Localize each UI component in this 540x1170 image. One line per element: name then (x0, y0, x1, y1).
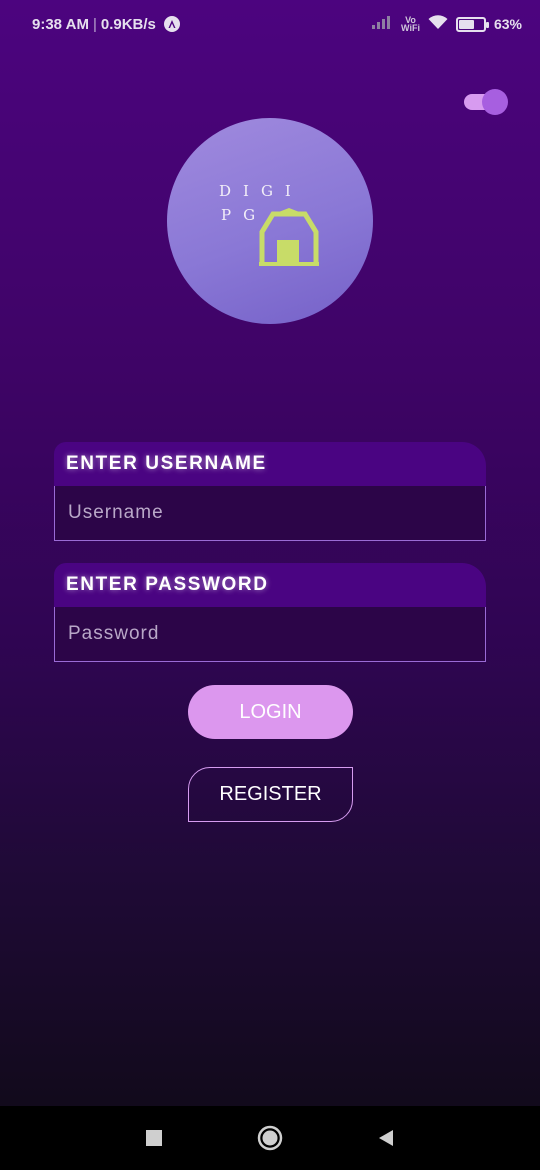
status-left: 9:38 AM | 0.9KB/s (32, 16, 180, 33)
register-button[interactable]: REGISTER (188, 767, 353, 822)
house-icon (259, 208, 319, 266)
back-button[interactable] (372, 1124, 400, 1152)
toggle-thumb (482, 89, 508, 115)
circle-home-icon (257, 1125, 283, 1151)
username-card: ENTER USERNAME (54, 442, 486, 541)
logo-text-line1: DIGI (219, 182, 303, 200)
app-logo: DIGI PG (167, 118, 373, 324)
a-circle-icon (163, 16, 180, 32)
login-button[interactable]: LOGIN (188, 685, 353, 739)
status-right: Vo WiFi 63% (371, 14, 522, 34)
password-input[interactable] (54, 607, 486, 662)
password-header: ENTER PASSWORD (54, 563, 486, 607)
wifi-icon (428, 14, 448, 34)
vowifi-bottom: WiFi (401, 23, 420, 33)
status-bar: 9:38 AM | 0.9KB/s Vo WiFi 63% (0, 0, 540, 48)
battery-percent: 63% (493, 16, 522, 32)
battery-icon (455, 16, 489, 32)
username-input[interactable] (54, 486, 486, 541)
system-nav-bar (0, 1106, 540, 1170)
back-triangle-icon (379, 1130, 393, 1146)
theme-toggle[interactable] (464, 89, 508, 115)
password-card: ENTER PASSWORD (54, 563, 486, 662)
signal-icon (371, 15, 393, 33)
network-speed: 0.9KB/s (100, 15, 156, 33)
home-button[interactable] (256, 1124, 284, 1152)
battery-fill (458, 19, 475, 29)
recents-button[interactable] (140, 1124, 168, 1152)
vowifi-indicator: Vo WiFi (401, 16, 420, 33)
status-separator: | (92, 15, 97, 33)
square-icon (146, 1130, 162, 1146)
username-header: ENTER USERNAME (54, 442, 486, 486)
status-time: 9:38 AM (32, 15, 89, 33)
